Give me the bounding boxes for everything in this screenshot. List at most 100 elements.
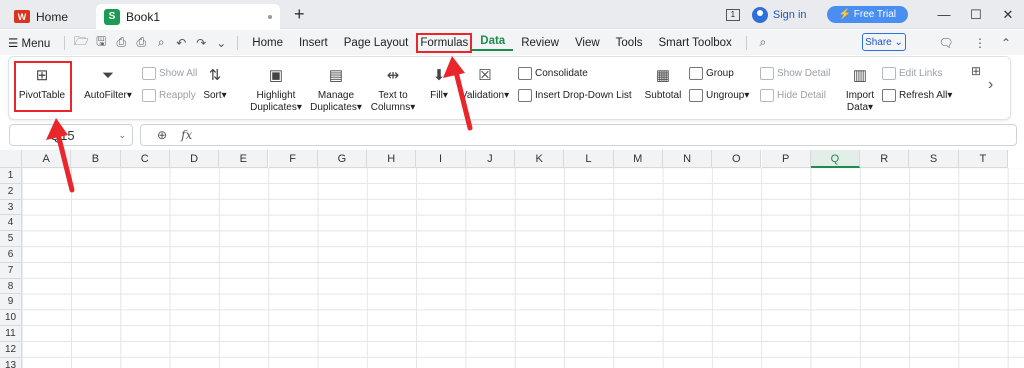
collapse-ribbon-icon[interactable]: ⌃: [996, 36, 1016, 50]
column-header-k[interactable]: K: [515, 150, 565, 168]
row-header-13[interactable]: 13: [0, 357, 22, 368]
formula-input[interactable]: ⊕ fx: [140, 124, 1017, 146]
zoom-icon[interactable]: ⊕: [157, 128, 167, 142]
highlight-duplicates-button[interactable]: ▣ Highlight Duplicates▾: [248, 66, 304, 114]
manage-duplicates-line2: Duplicates▾: [310, 102, 362, 113]
reapply-button[interactable]: Reapply: [142, 89, 196, 102]
row-header-3[interactable]: 3: [0, 199, 22, 216]
fill-button[interactable]: ⬇ Fill▾: [424, 66, 454, 102]
save-icon[interactable]: 🖫: [91, 32, 111, 53]
column-header-m[interactable]: M: [613, 150, 663, 168]
menu-tab-review[interactable]: Review: [513, 37, 567, 49]
autofilter-button[interactable]: ⏷ AutoFilter▾: [82, 66, 134, 102]
cell-area[interactable]: [22, 168, 1024, 368]
hide-detail-button[interactable]: Hide Detail: [760, 89, 826, 102]
comment-icon[interactable]: 🗨: [936, 36, 956, 50]
manage-duplicates-icon: ▤: [328, 67, 344, 84]
export-pdf-icon[interactable]: ⎙: [111, 35, 131, 50]
customize-chevron-down-icon[interactable]: ⌄: [211, 36, 231, 50]
column-header-h[interactable]: H: [367, 150, 417, 168]
row-header-7[interactable]: 7: [0, 262, 22, 279]
sign-in-link[interactable]: Sign in: [773, 9, 807, 21]
column-header-f[interactable]: F: [268, 150, 318, 168]
group-button[interactable]: Group: [689, 67, 734, 80]
column-header-a[interactable]: A: [22, 150, 72, 168]
menu-tab-tools[interactable]: Tools: [608, 37, 651, 49]
redo-icon[interactable]: ↷: [191, 36, 211, 50]
menu-tab-home[interactable]: Home: [244, 37, 291, 49]
row-header-1[interactable]: 1: [0, 168, 22, 184]
column-header-j[interactable]: J: [465, 150, 515, 168]
chevron-down-icon[interactable]: ⌄: [118, 130, 126, 141]
subtotal-button[interactable]: ▦ Subtotal: [642, 66, 684, 102]
column-header-o[interactable]: O: [712, 150, 762, 168]
ribbon-scroll-right-icon[interactable]: ›: [988, 76, 993, 94]
column-header-r[interactable]: R: [860, 150, 910, 168]
minimize-icon[interactable]: —: [928, 7, 960, 22]
maximize-icon[interactable]: ☐: [960, 7, 992, 23]
insert-dropdown-list-button[interactable]: Insert Drop-Down List: [518, 89, 632, 102]
show-detail-button[interactable]: Show Detail: [760, 67, 830, 80]
menu-tab-insert[interactable]: Insert: [291, 37, 336, 49]
column-header-n[interactable]: N: [662, 150, 713, 168]
row-header-10[interactable]: 10: [0, 310, 22, 326]
row-header-11[interactable]: 11: [0, 326, 22, 342]
home-tab-label: Home: [36, 9, 69, 24]
row-header-2[interactable]: 2: [0, 183, 22, 200]
open-folder-icon[interactable]: 🗁: [71, 32, 91, 53]
column-header-t[interactable]: T: [958, 150, 1008, 168]
select-all-corner[interactable]: [0, 150, 22, 168]
validation-button[interactable]: ☒ Validation▾: [458, 66, 512, 102]
home-tab[interactable]: W Home: [6, 4, 94, 29]
consolidate-icon: [518, 67, 532, 80]
spreadsheet-grid[interactable]: ABCDEFGHIJKLMNOPQRST 1 2 3 4 5 6 7 8 9 10 11 12 13: [0, 150, 1024, 368]
name-box[interactable]: Q15 ⌄: [9, 124, 133, 146]
row-header-8[interactable]: 8: [0, 278, 22, 295]
column-header-e[interactable]: E: [219, 150, 269, 168]
column-header-s[interactable]: S: [909, 150, 959, 168]
menu-tab-data[interactable]: Data: [472, 35, 514, 51]
search-icon[interactable]: ⌕: [753, 35, 773, 50]
menu-tab-view[interactable]: View: [567, 37, 608, 49]
print-icon[interactable]: ⎙: [131, 35, 151, 50]
more-icon[interactable]: ⋮: [970, 36, 990, 50]
menu-tab-formulas[interactable]: Formulas: [416, 32, 473, 53]
row-header-12[interactable]: 12: [0, 341, 22, 358]
row-header-4[interactable]: 4: [0, 215, 22, 232]
menu-tab-smart-toolbox[interactable]: Smart Toolbox: [651, 37, 740, 49]
book1-tab[interactable]: S Book1: [96, 4, 280, 29]
consolidate-button[interactable]: Consolidate: [518, 67, 588, 80]
undo-icon[interactable]: ↶: [171, 36, 191, 50]
print-preview-icon[interactable]: ⌕: [151, 35, 171, 50]
window-count-icon[interactable]: 1: [725, 8, 740, 21]
ungroup-button[interactable]: Ungroup▾: [689, 89, 749, 102]
column-header-g[interactable]: G: [317, 150, 368, 168]
menu-button[interactable]: ☰ Menu: [0, 36, 58, 50]
book1-tab-label: Book1: [126, 9, 161, 24]
new-tab-button[interactable]: +: [294, 4, 305, 25]
show-all-button[interactable]: Show All: [142, 67, 197, 80]
row-header-6[interactable]: 6: [0, 247, 22, 263]
import-data-button[interactable]: ▥ Import Data▾: [842, 66, 878, 114]
free-trial-button[interactable]: ⚡ Free Trial: [826, 6, 908, 23]
column-header-l[interactable]: L: [564, 150, 614, 168]
column-header-i[interactable]: I: [416, 150, 466, 168]
sort-button[interactable]: ⇅ Sort▾: [200, 66, 230, 102]
manage-duplicates-button[interactable]: ▤ Manage Duplicates▾: [308, 66, 364, 114]
row-header-5[interactable]: 5: [0, 231, 22, 247]
column-header-b[interactable]: B: [71, 150, 121, 168]
close-icon[interactable]: ✕: [992, 7, 1024, 23]
menu-tab-page-layout[interactable]: Page Layout: [336, 37, 417, 49]
user-avatar-icon[interactable]: [751, 6, 768, 23]
column-header-d[interactable]: D: [169, 150, 220, 168]
more-tools-icon[interactable]: ⊞: [966, 64, 986, 78]
refresh-all-button[interactable]: Refresh All▾: [882, 89, 952, 102]
edit-links-button[interactable]: Edit Links: [882, 67, 942, 80]
column-header-p[interactable]: P: [761, 150, 811, 168]
share-button[interactable]: Share ⌄: [862, 33, 906, 51]
column-header-q[interactable]: Q: [810, 150, 861, 168]
row-header-9[interactable]: 9: [0, 294, 22, 311]
text-to-columns-button[interactable]: ⇹ Text to Columns▾: [368, 66, 418, 114]
column-header-c[interactable]: C: [120, 150, 170, 168]
fx-icon[interactable]: fx: [181, 128, 192, 142]
